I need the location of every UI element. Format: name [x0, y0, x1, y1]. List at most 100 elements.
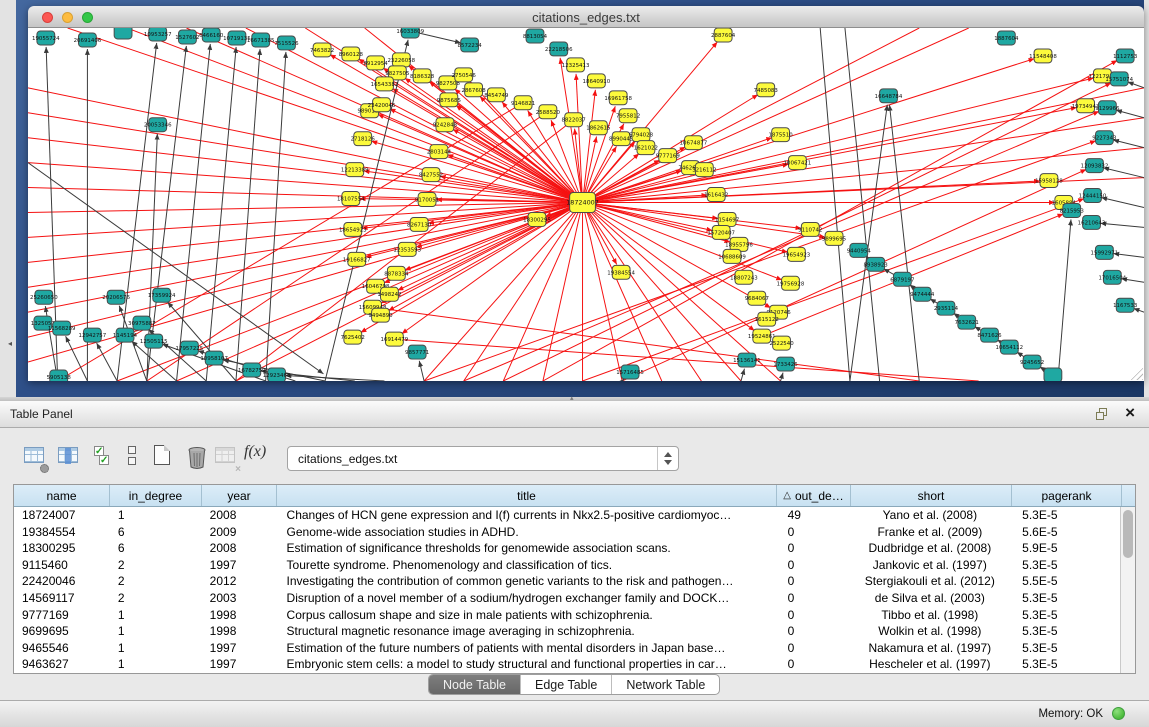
delete-column-button[interactable]	[184, 443, 210, 471]
table-cell: 6	[110, 540, 202, 557]
select-all-button[interactable]: ✓ ✓	[90, 443, 116, 471]
table-cell: Jankovic et al. (1997)	[849, 557, 1010, 574]
table-row[interactable]: 1830029562008Estimation of significance …	[14, 540, 1120, 557]
tab-network-table[interactable]: Network Table	[612, 675, 719, 694]
graph-node-label: 9899695	[822, 236, 846, 242]
table-cell: 2009	[202, 524, 277, 541]
table-row[interactable]: 1938455462009Genome-wide association stu…	[14, 524, 1120, 541]
show-columns-button[interactable]	[56, 443, 82, 471]
graph-node-label: 7463822	[310, 48, 334, 54]
table-cell: Hescheler et al. (1997)	[849, 656, 1010, 673]
graph-edge	[28, 138, 583, 203]
citation-network-graph[interactable]: 1872400774638228960128891295423226058982…	[28, 28, 1144, 381]
graph-edge	[186, 28, 582, 203]
graph-node[interactable]	[1044, 368, 1062, 381]
graph-edge	[28, 88, 583, 203]
delete-table-button[interactable]: ×	[213, 443, 239, 471]
column-header-label: in_degree	[129, 489, 182, 503]
table-selector-dropdown[interactable]: citations_edges.txt	[287, 446, 679, 471]
column-header-year[interactable]: year	[202, 485, 277, 506]
table-row[interactable]: 969969511998Structural magnetic resonanc…	[14, 623, 1120, 640]
column-header-name[interactable]: name	[14, 485, 110, 506]
graph-node-label: 2718126	[351, 137, 376, 143]
table-row[interactable]: 1456911722003Disruption of a novel membe…	[14, 590, 1120, 607]
table-cell: Structural magnetic resonance image aver…	[277, 623, 776, 640]
graph-node-label: 6879197	[890, 277, 914, 283]
graph-edge	[371, 141, 582, 202]
graph-node-label: 12505115	[140, 339, 168, 345]
graph-node-label: 18300295	[523, 217, 551, 223]
float-panel-icon[interactable]	[1096, 408, 1109, 421]
tab-edge-table[interactable]: Edge Table	[521, 675, 612, 694]
graph-node-label: 12213389	[341, 168, 369, 174]
trash-icon	[184, 443, 210, 471]
table-cell: Estimation of the future numbers of pati…	[277, 640, 776, 657]
graph-edge	[419, 361, 424, 381]
function-builder-button[interactable]: f(x)	[244, 443, 270, 471]
deselect-all-button[interactable]	[120, 443, 146, 471]
graph-node-label: 12923468	[263, 373, 291, 379]
vertical-scrollbar[interactable]	[1120, 507, 1135, 673]
column-header-pagerank[interactable]: pagerank	[1012, 485, 1122, 506]
graph-node-label: 18955796	[725, 242, 753, 248]
network-window-titlebar[interactable]: citations_edges.txt	[28, 6, 1144, 28]
graph-node-label: 15958128	[1035, 179, 1063, 185]
table-cell: 1	[110, 656, 202, 673]
close-panel-icon[interactable]: ×	[1125, 403, 1135, 423]
table-cell: Stergiakouli et al. (2012)	[849, 573, 1010, 590]
table-cell: 0	[776, 656, 850, 673]
memory-status-label: Memory: OK	[1038, 708, 1103, 720]
graph-edge	[741, 369, 744, 381]
table-row[interactable]: 946362711997Embryonic stem cells: a mode…	[14, 656, 1120, 673]
graph-node-label: 16210643	[1078, 220, 1106, 226]
column-header-title[interactable]: title	[277, 485, 777, 506]
tab-node-table[interactable]: Node Table	[429, 675, 521, 694]
table-mode-button[interactable]	[22, 443, 48, 471]
table-cell: 2008	[202, 540, 277, 557]
graph-node-label: 9875685	[437, 98, 461, 104]
create-column-button[interactable]	[150, 443, 176, 471]
table-cell: 0	[776, 573, 850, 590]
column-header-label: out_de…	[795, 489, 844, 503]
table-row[interactable]: 977716911998Corpus callosum shape and si…	[14, 607, 1120, 624]
graph-node-label: 9170051	[415, 197, 439, 203]
graph-edge	[583, 90, 596, 203]
column-header-in_degree[interactable]: in_degree	[110, 485, 202, 506]
table-selector-value: citations_edges.txt	[298, 452, 397, 466]
network-canvas[interactable]: 1872400774638228960128891295423226058982…	[28, 28, 1144, 381]
graph-node[interactable]	[114, 28, 132, 39]
table-row[interactable]: 911546021997Tourette syndrome. Phenomeno…	[14, 557, 1120, 574]
collapse-left-arrow-icon[interactable]: ◂	[8, 338, 16, 350]
table-cell: 14569117	[14, 590, 110, 607]
graph-edge	[1058, 219, 1071, 381]
graph-edge	[850, 105, 887, 381]
graph-edge	[583, 88, 1144, 203]
column-header-short[interactable]: short	[851, 485, 1012, 506]
graph-edge	[583, 28, 969, 203]
column-header-out_de[interactable]: △out_de…	[777, 485, 851, 506]
network-view-window[interactable]: citations_edges.txt 18724007746382289601…	[28, 6, 1144, 381]
graph-edge	[889, 105, 919, 381]
graph-edge	[246, 28, 583, 203]
table-cell: 2008	[202, 507, 277, 524]
column-header-label: pagerank	[1041, 489, 1091, 503]
table-cell: Dudbridge et al. (2008)	[849, 540, 1010, 557]
graph-node-label: 9857771	[405, 350, 429, 356]
graph-node-label: 10067421	[784, 161, 812, 167]
graph-node-label: 16648784	[875, 94, 903, 100]
table-row[interactable]: 2242004622012Investigating the contribut…	[14, 573, 1120, 590]
table-cell: 5.3E-5	[1010, 656, 1120, 673]
table-cell: Disruption of a novel member of a sodium…	[277, 590, 776, 607]
graph-node-label: 8454749	[484, 93, 509, 99]
table-cell: 9699695	[14, 623, 110, 640]
graph-node-label: 7515526	[274, 41, 299, 47]
graph-node-label: 19055724	[32, 36, 60, 42]
table-cell: 0	[776, 590, 850, 607]
table-row[interactable]: 1872400712008Changes of HCN gene express…	[14, 507, 1120, 524]
scrollbar-thumb[interactable]	[1123, 510, 1133, 558]
table-cell: 0	[776, 524, 850, 541]
up-arrow-icon	[664, 452, 672, 457]
left-panel-collapsed-strip: ◂	[8, 0, 16, 397]
graph-edge	[1103, 168, 1144, 178]
table-row[interactable]: 946554611997Estimation of the future num…	[14, 640, 1120, 657]
